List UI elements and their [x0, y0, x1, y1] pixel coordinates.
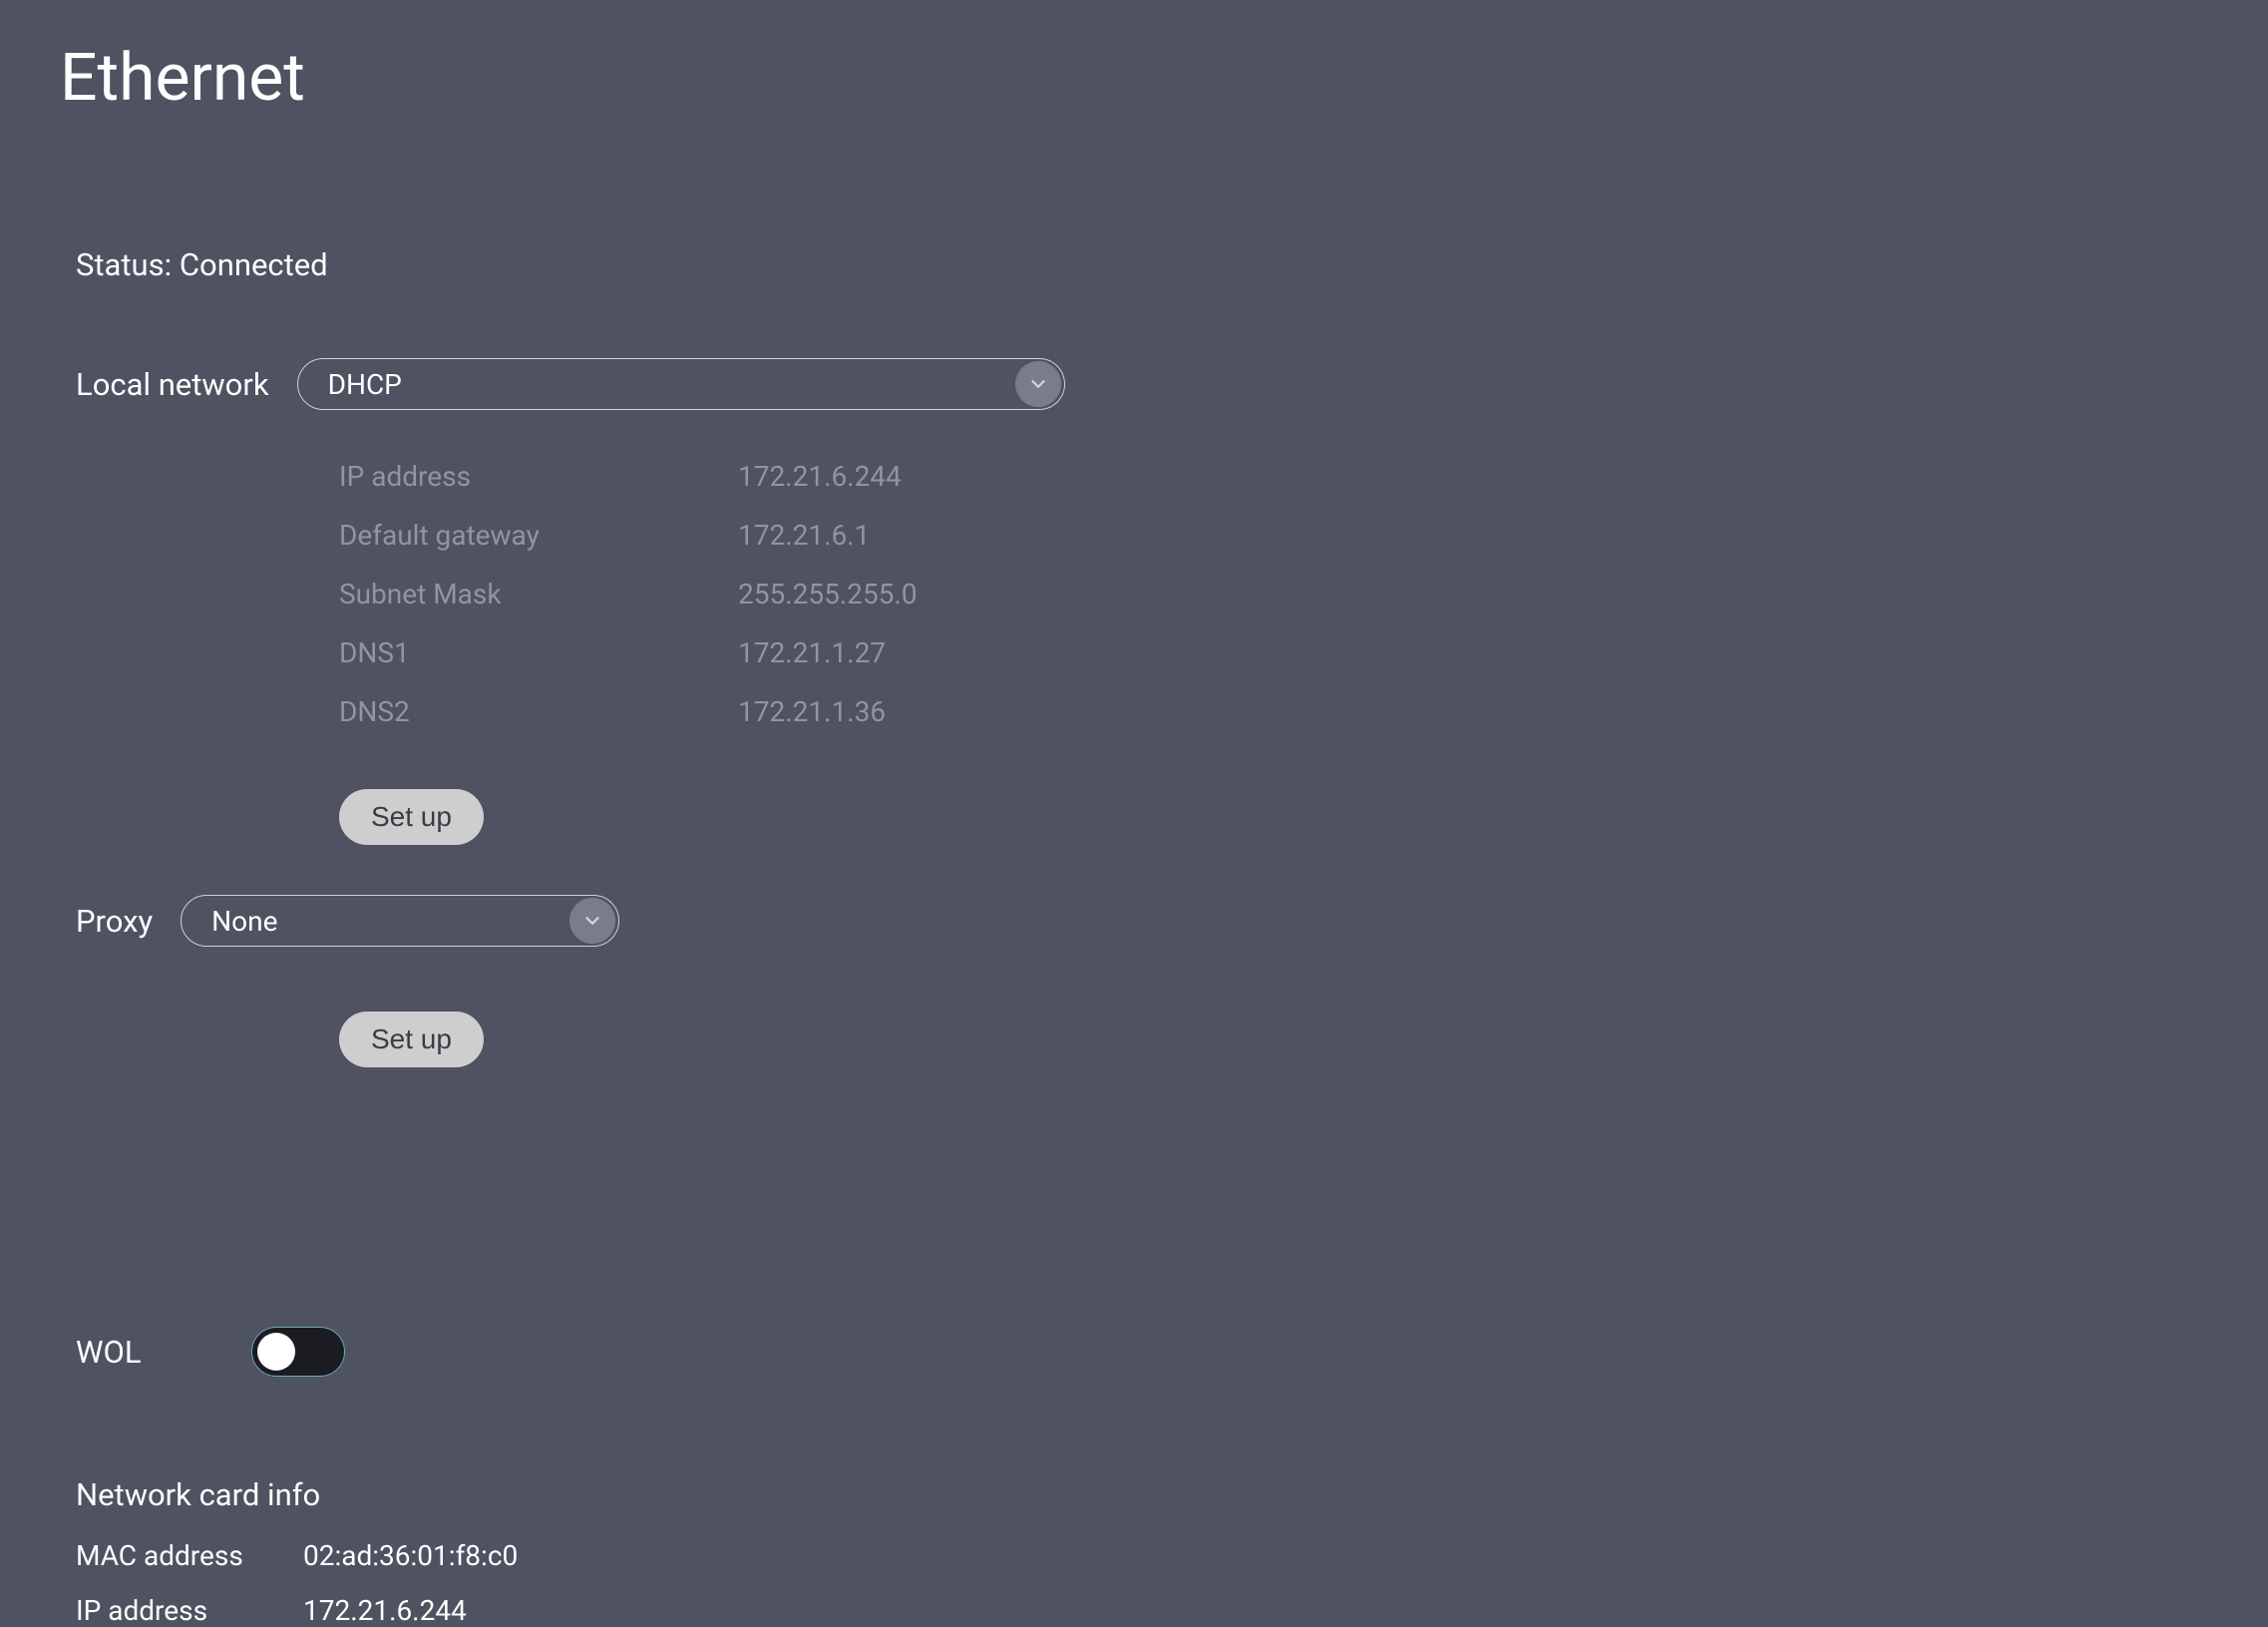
ip-address-value: 172.21.6.244 — [738, 460, 902, 493]
ip-address-label: IP address — [339, 460, 738, 493]
proxy-label: Proxy — [76, 903, 153, 940]
status-line: Status: Connected — [76, 246, 2208, 283]
card-info-row-mac: MAC address 02:ad:36:01:f8:c0 — [76, 1539, 2208, 1572]
subnet-mask-label: Subnet Mask — [339, 578, 738, 610]
mac-address-label: MAC address — [76, 1539, 303, 1572]
dns1-value: 172.21.1.27 — [738, 636, 886, 669]
detail-row-subnet: Subnet Mask 255.255.255.0 — [339, 578, 2208, 610]
local-network-mode-value: DHCP — [328, 368, 402, 401]
status-value: Connected — [180, 246, 328, 283]
page-title: Ethernet — [60, 40, 2208, 117]
local-network-row: Local network DHCP — [76, 358, 2208, 410]
subnet-mask-value: 255.255.255.0 — [738, 578, 918, 610]
proxy-setup-button[interactable]: Set up — [339, 1012, 484, 1067]
detail-row-gateway: Default gateway 172.21.6.1 — [339, 519, 2208, 552]
dns1-label: DNS1 — [339, 636, 738, 669]
wol-row: WOL — [76, 1327, 2208, 1377]
card-info-row-ip: IP address 172.21.6.244 — [76, 1594, 2208, 1627]
proxy-details: Set up — [339, 977, 2208, 1067]
detail-row-ip: IP address 172.21.6.244 — [339, 460, 2208, 493]
default-gateway-label: Default gateway — [339, 519, 738, 552]
status-label: Status — [76, 246, 165, 283]
chevron-down-icon — [1015, 361, 1061, 407]
local-network-details: IP address 172.21.6.244 Default gateway … — [339, 460, 2208, 845]
card-ip-label: IP address — [76, 1594, 303, 1627]
chevron-down-icon — [569, 898, 615, 944]
local-network-dropdown[interactable]: DHCP — [297, 358, 1065, 410]
local-network-setup-button[interactable]: Set up — [339, 789, 484, 845]
card-ip-value: 172.21.6.244 — [303, 1594, 467, 1627]
toggle-knob — [257, 1333, 295, 1371]
proxy-dropdown[interactable]: None — [181, 895, 619, 947]
dns2-label: DNS2 — [339, 695, 738, 728]
local-network-label: Local network — [76, 366, 269, 403]
wol-label: WOL — [76, 1334, 142, 1371]
detail-row-dns1: DNS1 172.21.1.27 — [339, 636, 2208, 669]
wol-toggle[interactable] — [251, 1327, 345, 1377]
proxy-mode-value: None — [211, 905, 277, 938]
mac-address-value: 02:ad:36:01:f8:c0 — [303, 1539, 518, 1572]
dns2-value: 172.21.1.36 — [738, 695, 886, 728]
proxy-row: Proxy None — [76, 895, 2208, 947]
default-gateway-value: 172.21.6.1 — [738, 519, 870, 552]
detail-row-dns2: DNS2 172.21.1.36 — [339, 695, 2208, 728]
network-card-info-title: Network card info — [76, 1476, 2208, 1513]
